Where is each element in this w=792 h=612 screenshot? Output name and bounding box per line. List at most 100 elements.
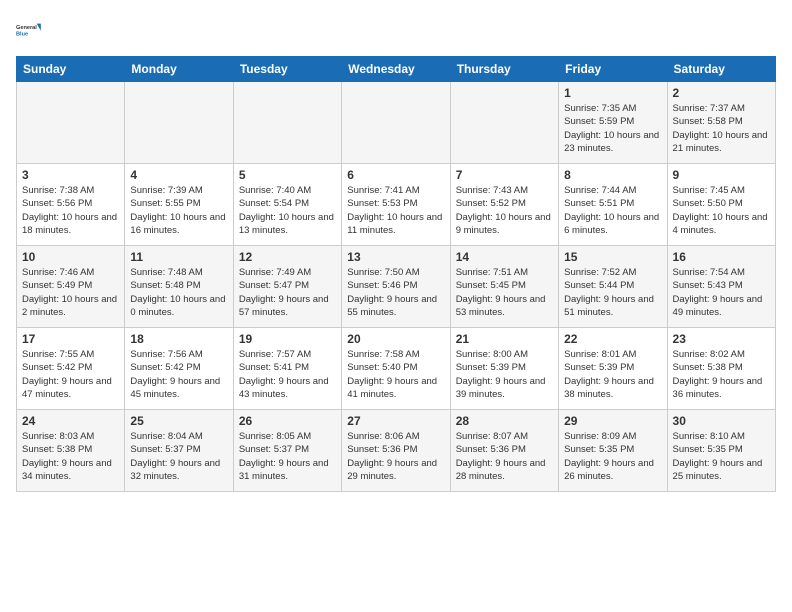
day-number: 2 bbox=[673, 86, 770, 100]
day-number: 19 bbox=[239, 332, 336, 346]
day-info: Sunrise: 7:37 AM Sunset: 5:58 PM Dayligh… bbox=[673, 102, 770, 155]
day-info: Sunrise: 8:05 AM Sunset: 5:37 PM Dayligh… bbox=[239, 430, 336, 483]
logo: GeneralBlue bbox=[16, 16, 44, 44]
calendar-cell: 24 Sunrise: 8:03 AM Sunset: 5:38 PM Dayli… bbox=[17, 410, 125, 492]
day-info: Sunrise: 7:50 AM Sunset: 5:46 PM Dayligh… bbox=[347, 266, 444, 319]
day-number: 21 bbox=[456, 332, 553, 346]
calendar-cell bbox=[342, 82, 450, 164]
header-saturday: Saturday bbox=[667, 57, 775, 82]
day-number: 14 bbox=[456, 250, 553, 264]
page-header: GeneralBlue bbox=[16, 16, 776, 44]
day-number: 6 bbox=[347, 168, 444, 182]
day-number: 13 bbox=[347, 250, 444, 264]
header-sunday: Sunday bbox=[17, 57, 125, 82]
day-info: Sunrise: 7:56 AM Sunset: 5:42 PM Dayligh… bbox=[130, 348, 227, 401]
calendar-week-2: 3Sunrise: 7:38 AM Sunset: 5:56 PM Daylig… bbox=[17, 164, 776, 246]
calendar-week-4: 17 Sunrise: 7:55 AM Sunset: 5:42 PM Dayli… bbox=[17, 328, 776, 410]
calendar-cell: 30Sunrise: 8:10 AM Sunset: 5:35 PM Dayli… bbox=[667, 410, 775, 492]
header-monday: Monday bbox=[125, 57, 233, 82]
day-number: 27 bbox=[347, 414, 444, 428]
day-number: 9 bbox=[673, 168, 770, 182]
day-number: 5 bbox=[239, 168, 336, 182]
day-info: Sunrise: 7:44 AM Sunset: 5:51 PM Dayligh… bbox=[564, 184, 661, 237]
calendar-cell: 6 Sunrise: 7:41 AM Sunset: 5:53 PM Daylig… bbox=[342, 164, 450, 246]
day-number: 11 bbox=[130, 250, 227, 264]
header-tuesday: Tuesday bbox=[233, 57, 341, 82]
day-info: Sunrise: 7:43 AM Sunset: 5:52 PM Dayligh… bbox=[456, 184, 553, 237]
day-number: 15 bbox=[564, 250, 661, 264]
day-info: Sunrise: 7:58 AM Sunset: 5:40 PM Dayligh… bbox=[347, 348, 444, 401]
calendar-cell bbox=[125, 82, 233, 164]
day-number: 12 bbox=[239, 250, 336, 264]
calendar-cell: 2 Sunrise: 7:37 AM Sunset: 5:58 PM Daylig… bbox=[667, 82, 775, 164]
svg-text:General: General bbox=[16, 25, 37, 31]
calendar-cell: 13 Sunrise: 7:50 AM Sunset: 5:46 PM Dayli… bbox=[342, 246, 450, 328]
logo-icon: GeneralBlue bbox=[16, 16, 44, 44]
calendar-cell: 29Sunrise: 8:09 AM Sunset: 5:35 PM Dayli… bbox=[559, 410, 667, 492]
calendar-cell: 16Sunrise: 7:54 AM Sunset: 5:43 PM Dayli… bbox=[667, 246, 775, 328]
day-info: Sunrise: 7:38 AM Sunset: 5:56 PM Dayligh… bbox=[22, 184, 119, 237]
day-info: Sunrise: 8:03 AM Sunset: 5:38 PM Dayligh… bbox=[22, 430, 119, 483]
calendar-cell: 27 Sunrise: 8:06 AM Sunset: 5:36 PM Dayli… bbox=[342, 410, 450, 492]
calendar-cell bbox=[233, 82, 341, 164]
calendar-week-3: 10 Sunrise: 7:46 AM Sunset: 5:49 PM Dayli… bbox=[17, 246, 776, 328]
day-info: Sunrise: 8:04 AM Sunset: 5:37 PM Dayligh… bbox=[130, 430, 227, 483]
calendar-cell: 18 Sunrise: 7:56 AM Sunset: 5:42 PM Dayli… bbox=[125, 328, 233, 410]
day-info: Sunrise: 7:46 AM Sunset: 5:49 PM Dayligh… bbox=[22, 266, 119, 319]
day-info: Sunrise: 8:07 AM Sunset: 5:36 PM Dayligh… bbox=[456, 430, 553, 483]
calendar-cell: 20 Sunrise: 7:58 AM Sunset: 5:40 PM Dayli… bbox=[342, 328, 450, 410]
calendar-cell: 12 Sunrise: 7:49 AM Sunset: 5:47 PM Dayli… bbox=[233, 246, 341, 328]
calendar-cell bbox=[450, 82, 558, 164]
calendar-cell: 9 Sunrise: 7:45 AM Sunset: 5:50 PM Daylig… bbox=[667, 164, 775, 246]
day-number: 8 bbox=[564, 168, 661, 182]
day-number: 10 bbox=[22, 250, 119, 264]
calendar-cell: 5 Sunrise: 7:40 AM Sunset: 5:54 PM Daylig… bbox=[233, 164, 341, 246]
day-info: Sunrise: 7:51 AM Sunset: 5:45 PM Dayligh… bbox=[456, 266, 553, 319]
day-number: 18 bbox=[130, 332, 227, 346]
day-number: 16 bbox=[673, 250, 770, 264]
day-number: 24 bbox=[22, 414, 119, 428]
day-number: 26 bbox=[239, 414, 336, 428]
day-info: Sunrise: 7:41 AM Sunset: 5:53 PM Dayligh… bbox=[347, 184, 444, 237]
day-info: Sunrise: 8:06 AM Sunset: 5:36 PM Dayligh… bbox=[347, 430, 444, 483]
day-info: Sunrise: 7:35 AM Sunset: 5:59 PM Dayligh… bbox=[564, 102, 661, 155]
calendar-cell: 4Sunrise: 7:39 AM Sunset: 5:55 PM Daylig… bbox=[125, 164, 233, 246]
calendar-cell: 23 Sunrise: 8:02 AM Sunset: 5:38 PM Dayli… bbox=[667, 328, 775, 410]
calendar-cell: 14 Sunrise: 7:51 AM Sunset: 5:45 PM Dayli… bbox=[450, 246, 558, 328]
calendar-cell: 22Sunrise: 8:01 AM Sunset: 5:39 PM Dayli… bbox=[559, 328, 667, 410]
calendar-cell: 21 Sunrise: 8:00 AM Sunset: 5:39 PM Dayli… bbox=[450, 328, 558, 410]
calendar-header-row: SundayMondayTuesdayWednesdayThursdayFrid… bbox=[17, 57, 776, 82]
calendar-cell: 25 Sunrise: 8:04 AM Sunset: 5:37 PM Dayli… bbox=[125, 410, 233, 492]
calendar-cell: 3Sunrise: 7:38 AM Sunset: 5:56 PM Daylig… bbox=[17, 164, 125, 246]
day-info: Sunrise: 7:39 AM Sunset: 5:55 PM Dayligh… bbox=[130, 184, 227, 237]
day-info: Sunrise: 7:40 AM Sunset: 5:54 PM Dayligh… bbox=[239, 184, 336, 237]
calendar-cell: 17 Sunrise: 7:55 AM Sunset: 5:42 PM Dayli… bbox=[17, 328, 125, 410]
calendar-cell bbox=[17, 82, 125, 164]
calendar-cell: 10 Sunrise: 7:46 AM Sunset: 5:49 PM Dayli… bbox=[17, 246, 125, 328]
day-info: Sunrise: 7:48 AM Sunset: 5:48 PM Dayligh… bbox=[130, 266, 227, 319]
day-number: 28 bbox=[456, 414, 553, 428]
calendar-week-5: 24 Sunrise: 8:03 AM Sunset: 5:38 PM Dayli… bbox=[17, 410, 776, 492]
calendar-cell: 1 Sunrise: 7:35 AM Sunset: 5:59 PM Daylig… bbox=[559, 82, 667, 164]
day-number: 20 bbox=[347, 332, 444, 346]
day-number: 1 bbox=[564, 86, 661, 100]
day-info: Sunrise: 7:49 AM Sunset: 5:47 PM Dayligh… bbox=[239, 266, 336, 319]
day-info: Sunrise: 8:10 AM Sunset: 5:35 PM Dayligh… bbox=[673, 430, 770, 483]
day-info: Sunrise: 7:45 AM Sunset: 5:50 PM Dayligh… bbox=[673, 184, 770, 237]
calendar-week-1: 1 Sunrise: 7:35 AM Sunset: 5:59 PM Daylig… bbox=[17, 82, 776, 164]
calendar-cell: 8 Sunrise: 7:44 AM Sunset: 5:51 PM Daylig… bbox=[559, 164, 667, 246]
day-number: 25 bbox=[130, 414, 227, 428]
day-info: Sunrise: 8:00 AM Sunset: 5:39 PM Dayligh… bbox=[456, 348, 553, 401]
calendar-cell: 7 Sunrise: 7:43 AM Sunset: 5:52 PM Daylig… bbox=[450, 164, 558, 246]
day-number: 17 bbox=[22, 332, 119, 346]
svg-text:Blue: Blue bbox=[16, 32, 28, 38]
day-info: Sunrise: 8:09 AM Sunset: 5:35 PM Dayligh… bbox=[564, 430, 661, 483]
day-info: Sunrise: 8:02 AM Sunset: 5:38 PM Dayligh… bbox=[673, 348, 770, 401]
calendar-cell: 26 Sunrise: 8:05 AM Sunset: 5:37 PM Dayli… bbox=[233, 410, 341, 492]
day-number: 23 bbox=[673, 332, 770, 346]
calendar-cell: 11 Sunrise: 7:48 AM Sunset: 5:48 PM Dayli… bbox=[125, 246, 233, 328]
calendar-cell: 28 Sunrise: 8:07 AM Sunset: 5:36 PM Dayli… bbox=[450, 410, 558, 492]
day-info: Sunrise: 7:55 AM Sunset: 5:42 PM Dayligh… bbox=[22, 348, 119, 401]
day-number: 7 bbox=[456, 168, 553, 182]
header-wednesday: Wednesday bbox=[342, 57, 450, 82]
